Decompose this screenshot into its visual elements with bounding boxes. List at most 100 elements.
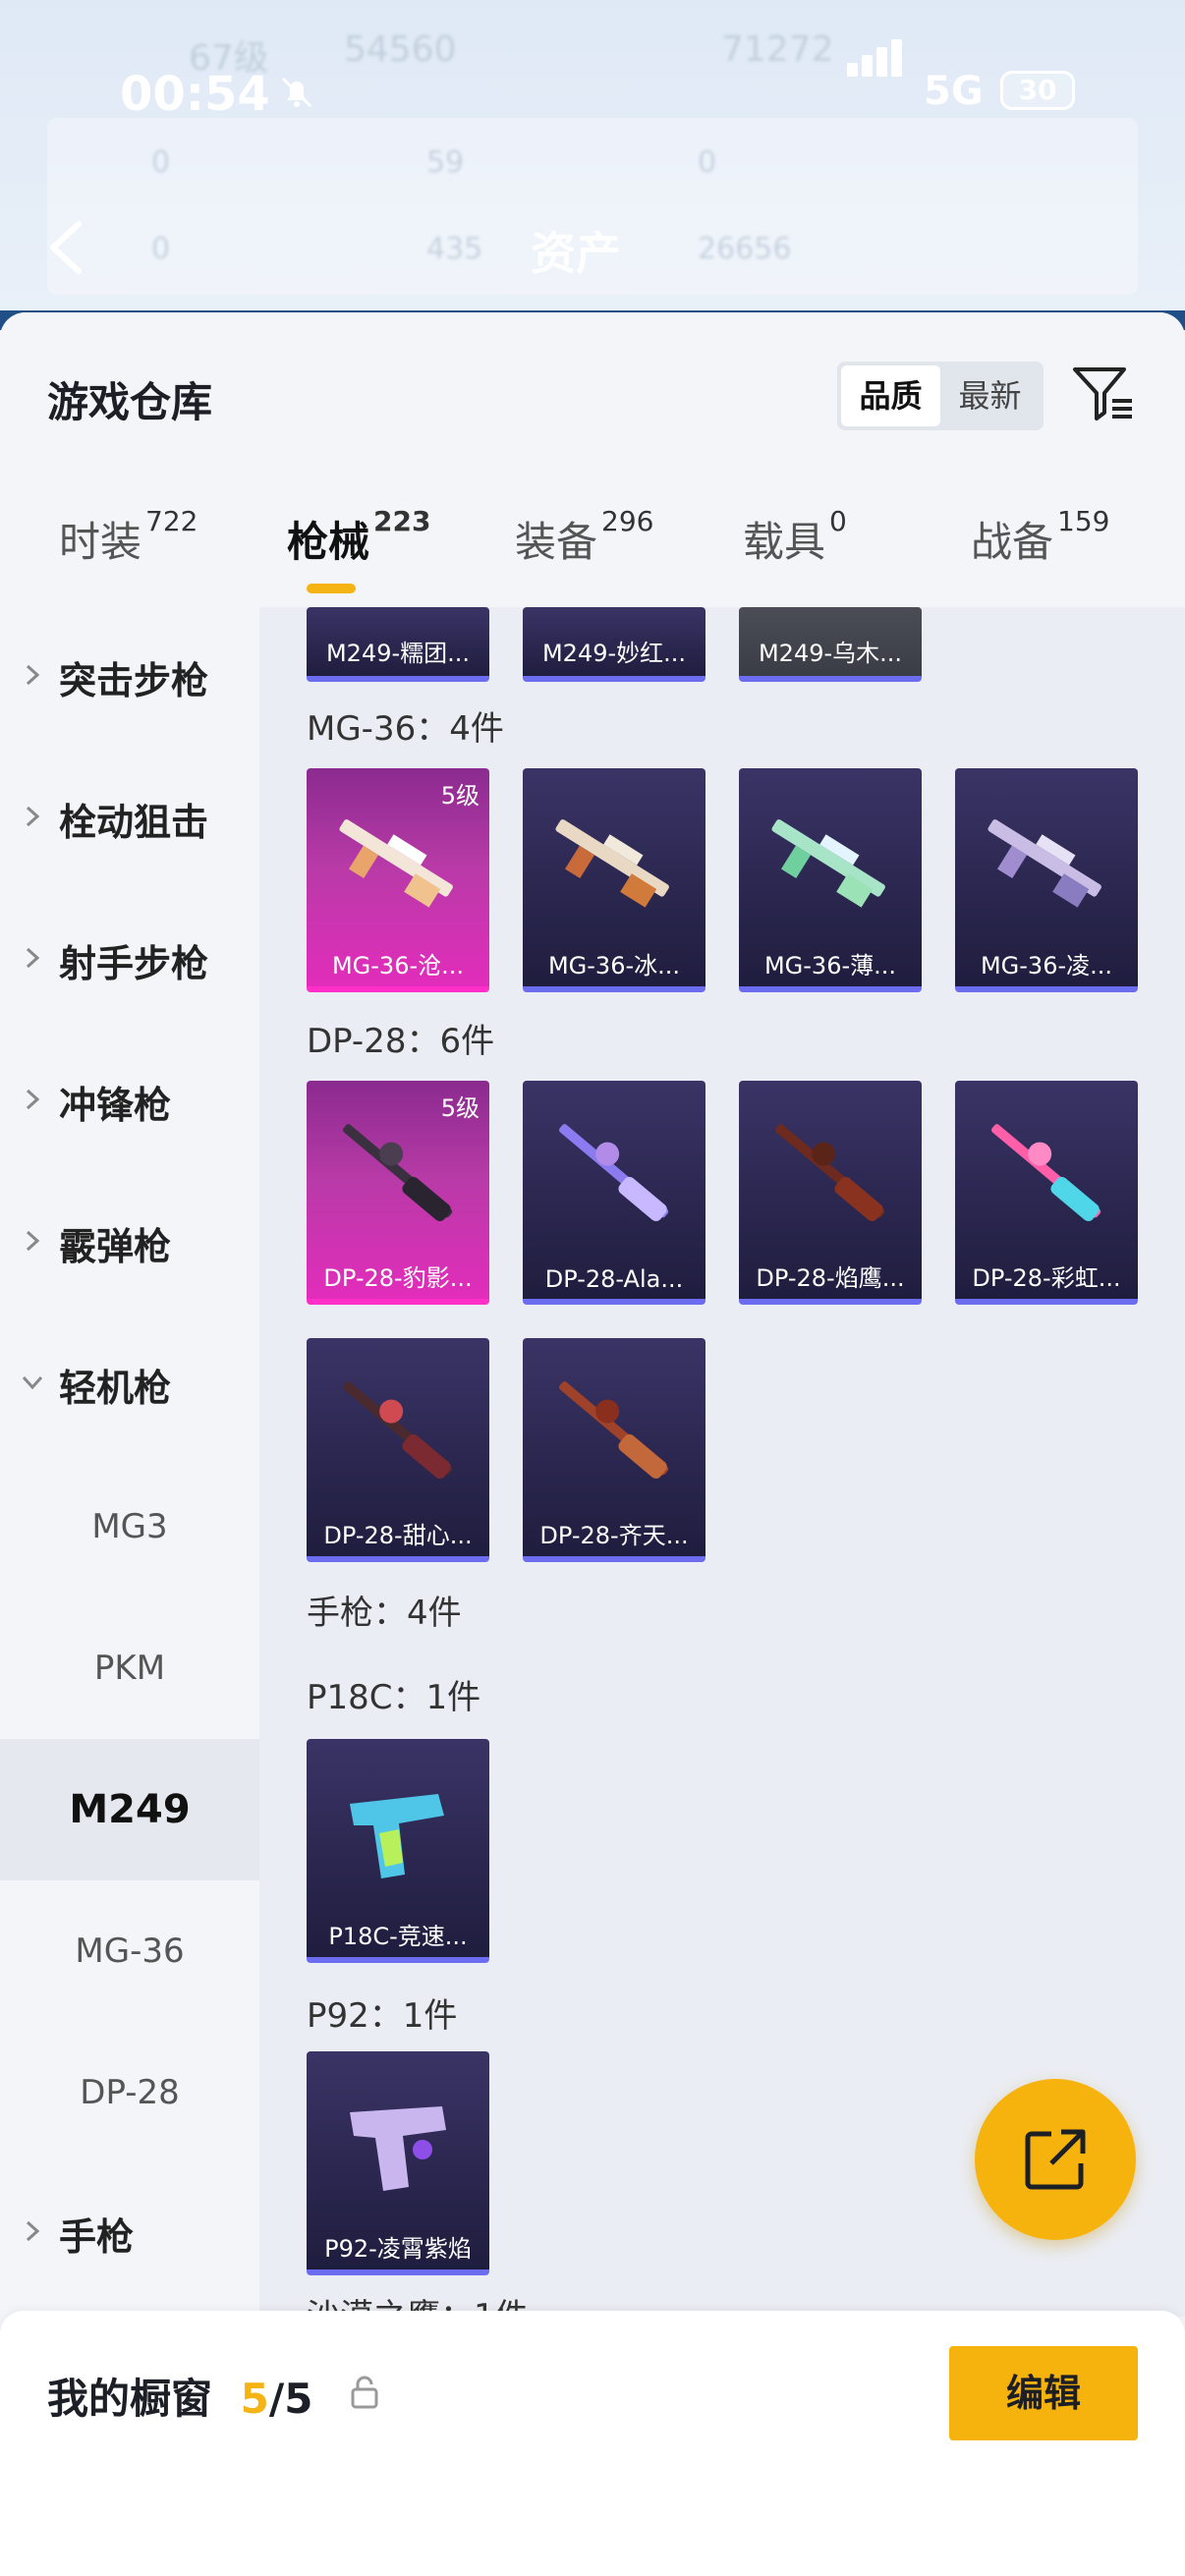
background-stat-5: 435 [426, 232, 483, 266]
weapon-grid: M249-糯团... M249-妙红... M249-乌木... MG-36：4… [259, 607, 1185, 2317]
weapon-card[interactable]: DP-28-焰鹰... [739, 1081, 922, 1305]
sidebar-subitem-m249[interactable]: M249 [0, 1739, 259, 1880]
weapon-card[interactable]: MG-36-冰... [523, 768, 705, 992]
weapon-card-name: DP-28-甜心... [323, 1522, 473, 1549]
weapon-card[interactable]: DP-28-甜心... [307, 1338, 489, 1562]
sort-latest-button[interactable]: 最新 [940, 365, 1040, 426]
weapon-card-name: MG-36-凌... [980, 952, 1113, 980]
weapon-card-name: DP-28-Ala... [544, 1265, 684, 1293]
sidebar-item-smg[interactable]: 冲锋枪 [0, 1032, 259, 1173]
sort-toggle: 品质 最新 [837, 362, 1044, 430]
weapon-card-name: DP-28-豹影... [323, 1264, 473, 1292]
sidebar-item-pistol[interactable]: 手枪 [0, 2163, 259, 2305]
weapon-card[interactable]: M249-糯团... [307, 607, 489, 682]
background-stat-1: 0 [151, 145, 171, 180]
weapon-card[interactable]: DP-28-Ala... [523, 1081, 705, 1305]
rifle-icon [988, 819, 1101, 908]
weapon-card-name: M249-乌木... [758, 640, 903, 667]
chevron-right-icon [26, 947, 40, 969]
section-label-p18c: P18C：1件 [307, 1678, 481, 1717]
status-time: 00:54 [120, 67, 270, 122]
sidebar-subitem-dp28[interactable]: DP-28 [0, 2022, 259, 2163]
sheet-title: 游戏仓库 [47, 378, 213, 426]
weapon-card[interactable]: MG-36-薄... [739, 768, 922, 992]
chevron-down-icon [22, 1375, 43, 1390]
battery-icon: 30 [1000, 71, 1075, 110]
filter-icon[interactable] [1071, 362, 1136, 426]
section-label-pistol: 手枪：4件 [307, 1594, 462, 1633]
tab-firearms[interactable]: 枪械 223 [287, 505, 430, 569]
chevron-right-icon [26, 806, 40, 827]
sidebar-item-label: 霰弹枪 [59, 1225, 172, 1268]
pistol-icon [350, 2106, 446, 2191]
sidebar-subitem-pkm[interactable]: PKM [0, 1597, 259, 1739]
rifle-icon [775, 1124, 885, 1221]
back-arrow-icon[interactable] [43, 218, 92, 277]
tab-gear[interactable]: 战备 159 [971, 505, 1109, 569]
weapon-card[interactable]: 5级 DP-28-豹影... [307, 1081, 489, 1305]
weapon-card-name: P18C-竞速... [328, 1923, 468, 1950]
weapon-card[interactable]: M249-妙红... [523, 607, 705, 682]
weapon-card[interactable]: P18C-竞速... [307, 1739, 489, 1963]
pistol-icon [350, 1794, 444, 1878]
lock-icon[interactable] [350, 2376, 379, 2409]
tab-vehicles[interactable]: 载具 0 [743, 505, 847, 569]
background-stat-4: 0 [151, 232, 171, 266]
weapon-card[interactable]: DP-28-彩虹... [955, 1081, 1138, 1305]
share-export-icon [1025, 2129, 1086, 2190]
section-label-p92: P92：1件 [307, 1996, 458, 2036]
sidebar-subitem-mg3[interactable]: MG3 [0, 1456, 259, 1597]
weapon-card[interactable]: M249-乌木... [739, 607, 922, 682]
showcase-title: 我的橱窗 5/5 [47, 2366, 312, 2426]
background-coins: 54560 [344, 29, 457, 70]
edit-button[interactable]: 编辑 [949, 2346, 1138, 2440]
weapon-card[interactable]: P92-凌霄紫焰 [307, 2051, 489, 2275]
rifle-icon [559, 1124, 669, 1221]
rifle-icon [559, 1381, 669, 1479]
sheet-header: 游戏仓库 品质 最新 时装 722 枪械 223 装备 296 载具 0 战备 159 [0, 312, 1185, 607]
active-tab-indicator [307, 584, 356, 593]
weapon-card-name: M249-糯团... [325, 640, 471, 667]
rifle-icon [343, 1381, 453, 1479]
background-points: 71272 [721, 29, 834, 70]
share-button[interactable] [975, 2079, 1136, 2240]
sidebar-item-lmg[interactable]: 轻机枪 [0, 1315, 259, 1456]
weapon-card-name: MG-36-薄... [763, 952, 897, 980]
weapon-card-name: MG-36-沧... [331, 952, 465, 980]
showcase-title-text: 我的橱窗 [47, 2375, 213, 2423]
background-stat-2: 59 [426, 145, 465, 180]
tab-fashion[interactable]: 时装 722 [59, 505, 198, 569]
sidebar-item-label: 射手步枪 [59, 942, 209, 985]
showcase-bar: 我的橱窗 5/5 编辑 [0, 2311, 1185, 2576]
weapon-card-name: DP-28-焰鹰... [756, 1264, 905, 1292]
sidebar-item-bolt-sniper[interactable]: 栓动狙击 [0, 749, 259, 890]
sidebar-item-assault-rifle[interactable]: 突击步枪 [0, 607, 259, 749]
rifle-icon [991, 1124, 1101, 1221]
sidebar-item-label: 轻机枪 [59, 1367, 172, 1410]
weapon-type-sidebar: 突击步枪 栓动狙击 射手步枪 冲锋枪 霰弹枪 轻机枪 MG3 PKM M249 … [0, 607, 259, 2317]
weapon-card[interactable]: DP-28-齐天... [523, 1338, 705, 1562]
weapon-card-name: MG-36-冰... [547, 952, 681, 980]
rifle-icon [343, 1124, 453, 1221]
weapon-card-name: P92-凌霄紫焰 [324, 2235, 472, 2263]
weapon-card[interactable]: MG-36-凌... [955, 768, 1138, 992]
background-page-title: 资产 [531, 227, 621, 280]
sidebar-item-label: 冲锋枪 [59, 1084, 172, 1127]
section-label-dp28: DP-28：6件 [307, 1022, 495, 1061]
showcase-count-current: 5 [240, 2375, 269, 2423]
sidebar-item-shotgun[interactable]: 霰弹枪 [0, 1173, 259, 1315]
status-bar: 00:54 5G 30 [0, 39, 1185, 126]
sidebar-item-label: 手枪 [59, 2215, 135, 2259]
sidebar-item-marksman-rifle[interactable]: 射手步枪 [0, 890, 259, 1032]
rifle-icon [555, 819, 669, 908]
background-stat-6: 26656 [698, 232, 792, 266]
sidebar-subitem-mg36[interactable]: MG-36 [0, 1880, 259, 2022]
tab-equipment[interactable]: 装备 296 [515, 505, 653, 569]
background-stat-3: 0 [698, 145, 717, 180]
category-tabs: 时装 722 枪械 223 装备 296 载具 0 战备 159 [0, 505, 1185, 607]
sort-quality-button[interactable]: 品质 [841, 365, 940, 426]
mute-bell-icon [277, 73, 316, 112]
weapon-card-name: M249-妙红... [541, 640, 687, 667]
weapon-card[interactable]: 5级 MG-36-沧... [307, 768, 489, 992]
sidebar-item-label: 栓动狙击 [59, 801, 209, 844]
